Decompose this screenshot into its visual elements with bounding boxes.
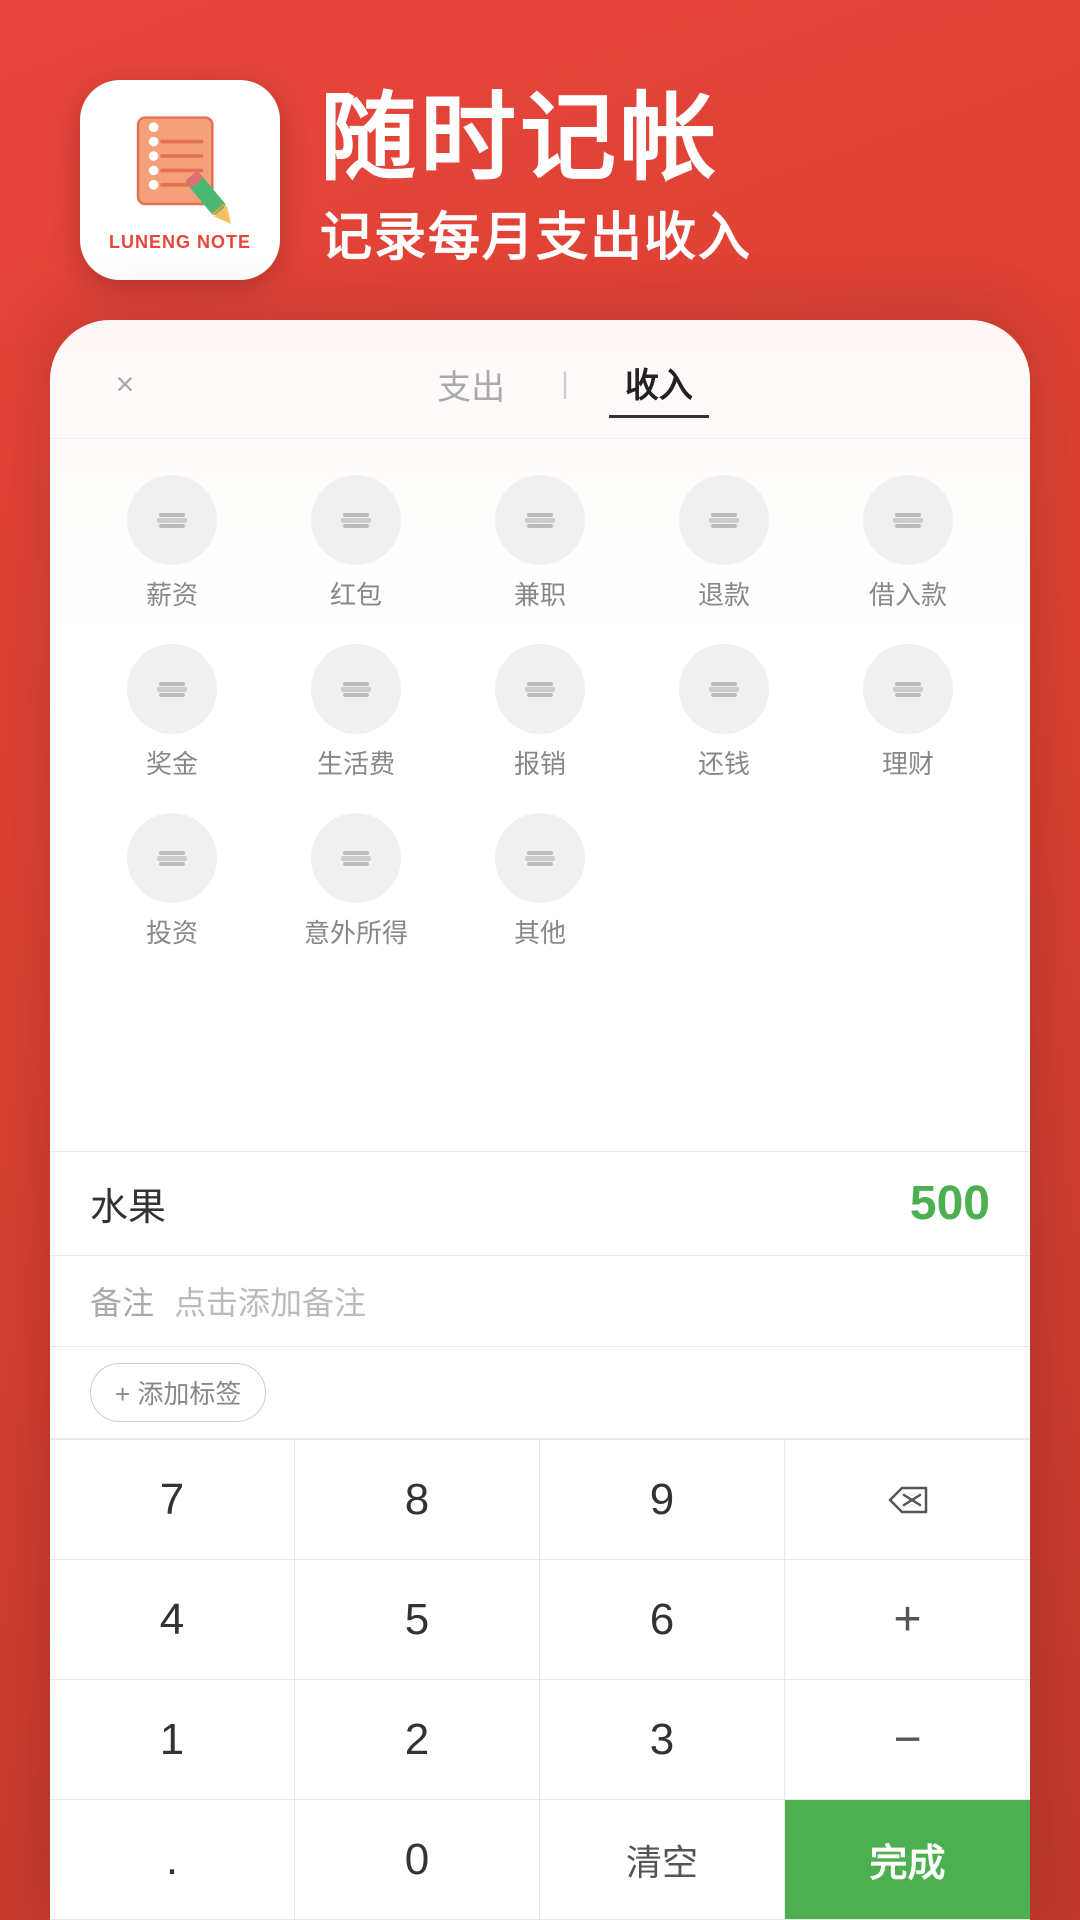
key-4[interactable]: 4: [50, 1560, 295, 1680]
key-backspace[interactable]: [785, 1440, 1030, 1560]
category-icon-parttime: [495, 475, 585, 565]
header-subtitle: 记录每月支出收入: [320, 195, 752, 270]
key-5[interactable]: 5: [295, 1560, 540, 1680]
category-investment2[interactable]: 理财: [816, 628, 1000, 797]
category-label-parttime: 兼职: [514, 575, 566, 612]
category-icon-windfall: [311, 813, 401, 903]
tag-row: + 添加标签: [50, 1347, 1030, 1439]
numpad: 7 8 9 4 5 6 + 1 2 3 − . 0 清空 完成: [50, 1439, 1030, 1920]
key-3[interactable]: 3: [540, 1680, 785, 1800]
category-icon-repay: [679, 644, 769, 734]
category-icon-other: [495, 813, 585, 903]
category-bonus[interactable]: 奖金: [80, 628, 264, 797]
amount-value: 500: [166, 1176, 990, 1231]
key-done[interactable]: 完成: [785, 1800, 1030, 1920]
note-row: 备注 点击添加备注: [50, 1256, 1030, 1347]
category-icon-salary: [127, 475, 217, 565]
key-1[interactable]: 1: [50, 1680, 295, 1800]
category-living[interactable]: 生活费: [264, 628, 448, 797]
category-label-salary: 薪资: [146, 575, 198, 612]
phone-mockup: × 支出 | 收入 薪资 红包 兼职: [50, 320, 1030, 1920]
category-icon-living: [311, 644, 401, 734]
category-windfall[interactable]: 意外所得: [264, 797, 448, 966]
category-label-reimbursement: 报销: [514, 744, 566, 781]
key-7[interactable]: 7: [50, 1440, 295, 1560]
empty-area: [50, 986, 1030, 1151]
header-title: 随时记帐: [320, 91, 752, 187]
app-icon: LUNENG NOTE: [80, 80, 280, 280]
key-9[interactable]: 9: [540, 1440, 785, 1560]
add-tag-button[interactable]: + 添加标签: [90, 1363, 266, 1422]
key-2[interactable]: 2: [295, 1680, 540, 1800]
key-minus[interactable]: −: [785, 1680, 1030, 1800]
category-label-repay: 还钱: [698, 744, 750, 781]
note-label: 备注: [90, 1278, 154, 1324]
category-invest[interactable]: 投资: [80, 797, 264, 966]
tab-income[interactable]: 收入: [609, 350, 709, 418]
category-icon-reimbursement: [495, 644, 585, 734]
key-dot[interactable]: .: [50, 1800, 295, 1920]
category-grid: 薪资 红包 兼职 退款 借入款: [50, 439, 1030, 986]
category-label-invest: 投资: [146, 913, 198, 950]
category-label-other: 其他: [514, 913, 566, 950]
key-0[interactable]: 0: [295, 1800, 540, 1920]
category-label-refund: 退款: [698, 575, 750, 612]
tab-expense[interactable]: 支出: [421, 352, 521, 417]
category-salary[interactable]: 薪资: [80, 459, 264, 628]
tabs-row: × 支出 | 收入: [50, 320, 1030, 439]
category-label-bonus: 奖金: [146, 744, 198, 781]
note-placeholder[interactable]: 点击添加备注: [174, 1278, 366, 1324]
header: LUNENG NOTE 随时记帐 记录每月支出收入: [0, 0, 1080, 340]
category-icon-refund: [679, 475, 769, 565]
category-label-investment2: 理财: [882, 744, 934, 781]
tabs-center: 支出 | 收入: [150, 350, 980, 418]
category-reimbursement[interactable]: 报销: [448, 628, 632, 797]
category-icon-investment2: [863, 644, 953, 734]
category-parttime[interactable]: 兼职: [448, 459, 632, 628]
category-borrow[interactable]: 借入款: [816, 459, 1000, 628]
category-label-redpacket: 红包: [330, 575, 382, 612]
amount-row: 水果 500: [50, 1151, 1030, 1256]
key-clear[interactable]: 清空: [540, 1800, 785, 1920]
category-repay[interactable]: 还钱: [632, 628, 816, 797]
key-8[interactable]: 8: [295, 1440, 540, 1560]
category-icon-bonus: [127, 644, 217, 734]
tab-divider: |: [561, 367, 569, 401]
category-icon-borrow: [863, 475, 953, 565]
category-label-living: 生活费: [317, 744, 395, 781]
category-icon-invest: [127, 813, 217, 903]
app-icon-label: LUNENG NOTE: [109, 232, 251, 253]
key-plus[interactable]: +: [785, 1560, 1030, 1680]
close-button[interactable]: ×: [100, 359, 150, 409]
header-text: 随时记帐 记录每月支出收入: [320, 91, 752, 270]
category-label-borrow: 借入款: [869, 575, 947, 612]
category-icon-redpacket: [311, 475, 401, 565]
amount-label: 水果: [90, 1176, 166, 1231]
category-label-windfall: 意外所得: [304, 913, 408, 950]
category-redpacket[interactable]: 红包: [264, 459, 448, 628]
category-other[interactable]: 其他: [448, 797, 632, 966]
category-refund[interactable]: 退款: [632, 459, 816, 628]
key-6[interactable]: 6: [540, 1560, 785, 1680]
